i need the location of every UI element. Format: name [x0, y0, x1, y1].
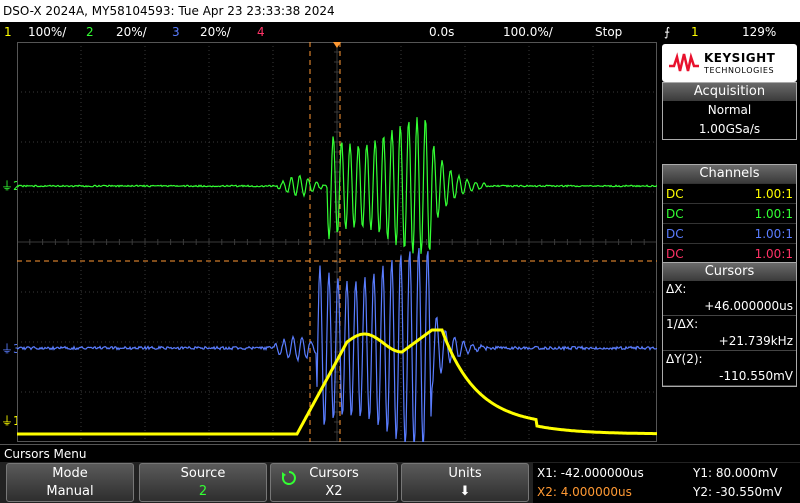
- time-scale: 100.0%/: [503, 22, 553, 42]
- channels-header: Channels: [663, 165, 796, 183]
- source-softkey-value: 2: [140, 483, 266, 501]
- ch3-coupling: DC: [666, 224, 684, 244]
- channel-row-3: DC 1.00:1: [663, 223, 796, 243]
- keysight-logo: KEYSIGHT TECHNOLOGIES: [662, 44, 797, 82]
- ch1-scale: 100%/: [28, 22, 66, 42]
- down-arrow-icon: ⬇: [402, 483, 528, 501]
- cursor-y2-readout: Y2: -30.550mV: [693, 483, 782, 502]
- cursor-x1-readout: X1: -42.000000us: [537, 464, 644, 483]
- channel-row-4: DC 1.00:1: [663, 243, 796, 263]
- graticule: [17, 42, 657, 442]
- ch2-number[interactable]: 2: [86, 22, 94, 42]
- cursor-readouts: X1: -42.000000us X2: 4.000000us Y1: 80.0…: [533, 463, 800, 503]
- trigger-source: 1: [691, 22, 699, 42]
- ch2-scale: 20%/: [116, 22, 147, 42]
- ch4-coupling: DC: [666, 244, 684, 264]
- inverse-delta-x-label: 1/ΔX:: [663, 316, 796, 333]
- ch3-scale: 20%/: [200, 22, 231, 42]
- delta-y-value: -110.550mV: [663, 368, 796, 386]
- cursors-header: Cursors: [663, 263, 796, 281]
- acquisition-rate: 1.00GSa/s: [663, 120, 796, 139]
- units-softkey-label: Units: [402, 464, 528, 483]
- channels-panel[interactable]: Channels DC 1.00:1 DC 1.00:1 DC 1.00:1 D…: [662, 164, 797, 264]
- status-bar: 1 100%/ 2 20%/ 3 20%/ 4 0.0s 100.0%/ Sto…: [0, 22, 800, 42]
- logo-line1: KEYSIGHT: [704, 51, 775, 65]
- waveform-display[interactable]: [17, 42, 657, 442]
- cursor-y1-readout: Y1: 80.000mV: [693, 464, 778, 483]
- mode-softkey-value: Manual: [7, 483, 133, 501]
- mode-softkey-label: Mode: [7, 464, 133, 483]
- channel-row-2: DC 1.00:1: [663, 203, 796, 223]
- acquisition-panel[interactable]: Acquisition Normal 1.00GSa/s: [662, 82, 797, 140]
- run-state: Stop: [595, 22, 622, 42]
- ch2-coupling: DC: [666, 204, 684, 224]
- ch1-number[interactable]: 1: [4, 22, 12, 42]
- units-softkey[interactable]: Units ⬇: [401, 463, 529, 502]
- ch2-probe: 1.00:1: [755, 204, 793, 224]
- delta-y-label: ΔY(2):: [663, 351, 796, 368]
- side-panel: KEYSIGHT TECHNOLOGIES Acquisition Normal…: [659, 42, 800, 444]
- menu-title: Cursors Menu: [0, 444, 800, 462]
- keysight-wave-icon: [668, 52, 700, 74]
- delta-x-value: +46.000000us: [663, 298, 796, 316]
- acquisition-mode: Normal: [663, 101, 796, 120]
- ch4-number[interactable]: 4: [257, 22, 265, 42]
- ch3-number[interactable]: 3: [172, 22, 180, 42]
- source-softkey-label: Source: [140, 464, 266, 483]
- ch3-probe: 1.00:1: [755, 224, 793, 244]
- cursor-x2-readout: X2: 4.000000us: [537, 483, 632, 502]
- waveform-canvas: [17, 42, 657, 442]
- delta-x-label: ΔX:: [663, 281, 796, 298]
- trigger-edge-icon: ⨍: [664, 22, 670, 42]
- window-title: DSO-X 2024A, MY58104593: Tue Apr 23 23:3…: [0, 0, 800, 22]
- ch1-coupling: DC: [666, 184, 684, 204]
- ch1-probe: 1.00:1: [755, 184, 793, 204]
- ch4-probe: 1.00:1: [755, 244, 793, 264]
- time-delay: 0.0s: [429, 22, 454, 42]
- cursors-panel[interactable]: Cursors ΔX: +46.000000us 1/ΔX: +21.739kH…: [662, 262, 797, 387]
- cursors-softkey[interactable]: Cursors X2: [270, 463, 398, 502]
- inverse-delta-x-value: +21.739kHz: [663, 333, 796, 351]
- acquisition-header: Acquisition: [663, 83, 796, 101]
- channel-row-1: DC 1.00:1: [663, 183, 796, 203]
- trigger-level: 129%: [742, 22, 776, 42]
- mode-softkey[interactable]: Mode Manual: [6, 463, 134, 502]
- rotate-knob-icon: [281, 470, 297, 486]
- logo-line2: TECHNOLOGIES: [704, 66, 774, 75]
- source-softkey[interactable]: Source 2: [139, 463, 267, 502]
